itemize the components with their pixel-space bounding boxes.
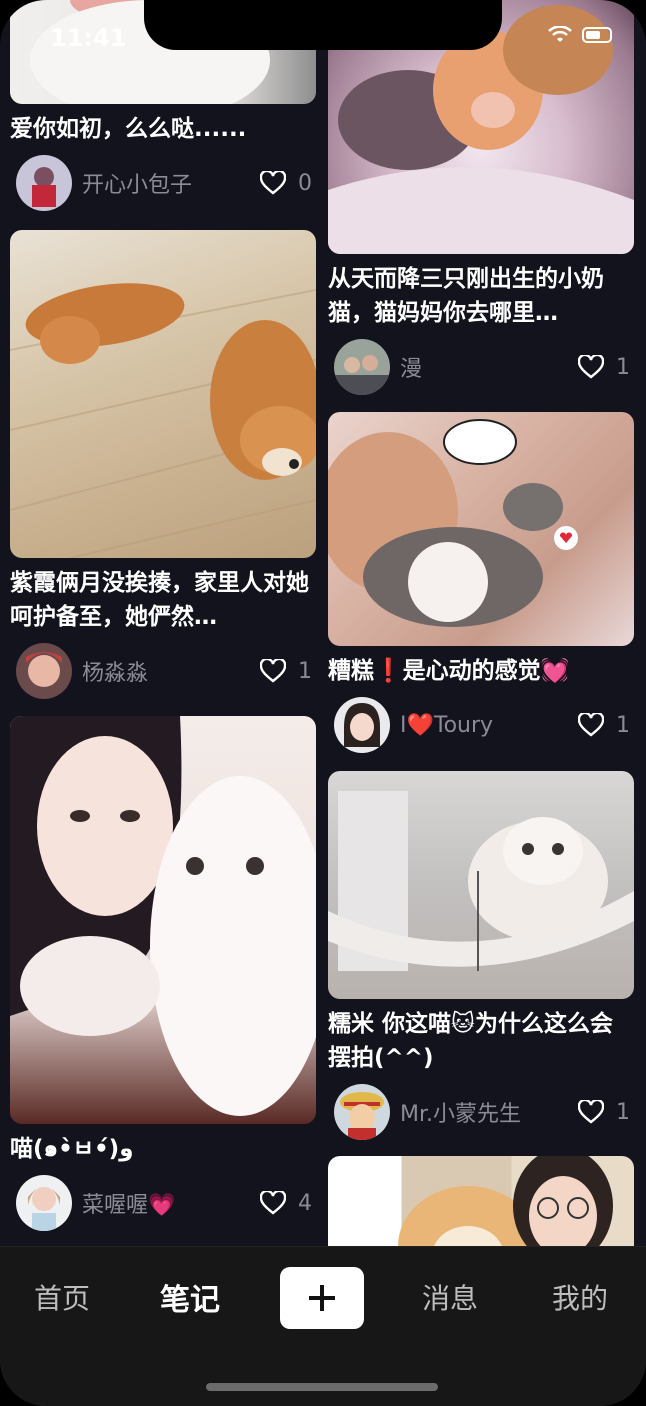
user-avatar[interactable]	[16, 643, 72, 699]
heart-icon	[578, 1100, 604, 1124]
heart-icon	[260, 1191, 286, 1215]
bottom-tab-bar: 首页 笔记 消息 我的	[0, 1246, 646, 1406]
phone-screen: 11:41 爱你如初，么么哒...... 开心小包子 0 紫霞俩月没挨揍，家里人…	[0, 0, 646, 1406]
photo-girl-with-cats	[10, 716, 316, 1124]
note-title[interactable]: 从天而降三只刚出生的小奶猫，猫妈妈你去哪里…	[328, 262, 634, 330]
note-title[interactable]: 喵(๑•̀ㅂ•́)و	[10, 1132, 316, 1166]
note-image[interactable]	[10, 230, 316, 558]
note-title[interactable]: 糟糕❗️是心动的感觉💓	[328, 654, 634, 688]
note-title[interactable]: 糯米 你这喵🐱为什么这么会摆拍(^^)	[328, 1007, 634, 1075]
like-button[interactable]: 1	[260, 659, 312, 684]
status-time: 11:41	[50, 24, 127, 52]
user-avatar[interactable]	[334, 339, 390, 395]
like-count: 1	[616, 712, 630, 738]
note-meta: 漫 1	[328, 338, 634, 396]
user-avatar[interactable]	[16, 1175, 72, 1231]
status-icons	[548, 26, 612, 44]
photo-cats-on-bed	[328, 412, 634, 646]
note-title[interactable]: 爱你如初，么么哒......	[10, 112, 316, 146]
user-avatar[interactable]	[16, 155, 72, 211]
user-avatar[interactable]	[334, 697, 390, 753]
photo-cat-hammock	[328, 771, 634, 999]
battery-icon	[582, 27, 612, 43]
like-count: 1	[616, 354, 630, 380]
note-card[interactable]	[328, 1156, 634, 1246]
like-button[interactable]: 0	[260, 171, 312, 196]
user-name[interactable]: 漫	[400, 351, 578, 383]
notch	[144, 0, 502, 50]
note-meta: I❤️Toury 1	[328, 696, 634, 754]
plus-icon	[309, 1285, 335, 1311]
user-name[interactable]: 杨淼淼	[82, 655, 260, 687]
note-title[interactable]: 紫霞俩月没挨揍，家里人对她呵护备至，她俨然…	[10, 566, 316, 634]
note-image[interactable]	[328, 771, 634, 999]
notes-feed[interactable]: 爱你如初，么么哒...... 开心小包子 0 紫霞俩月没挨揍，家里人对她呵护备至…	[0, 0, 646, 1246]
like-button[interactable]: 1	[578, 713, 630, 738]
note-meta: 杨淼淼 1	[10, 642, 316, 700]
photo-girl-with-dog	[328, 1156, 634, 1246]
like-button[interactable]: 1	[578, 1100, 630, 1125]
like-count: 1	[298, 658, 312, 684]
tab-notes[interactable]: 笔记	[160, 1275, 220, 1319]
home-indicator[interactable]	[206, 1383, 438, 1391]
note-meta: 开心小包子 0	[10, 154, 316, 212]
note-image[interactable]	[328, 412, 634, 646]
like-button[interactable]: 4	[260, 1191, 312, 1216]
tab-messages[interactable]: 消息	[422, 1277, 478, 1317]
heart-icon	[578, 355, 604, 379]
note-card[interactable]: 从天而降三只刚出生的小奶猫，猫妈妈你去哪里… 漫 1	[328, 0, 634, 396]
like-count: 4	[298, 1190, 312, 1216]
wifi-icon	[548, 26, 572, 42]
note-card[interactable]: 喵(๑•̀ㅂ•́)و 菜喔喔💗 4	[10, 716, 316, 1232]
tab-home[interactable]: 首页	[34, 1277, 90, 1317]
note-card[interactable]: 糟糕❗️是心动的感觉💓 I❤️Toury 1	[328, 412, 634, 754]
note-card[interactable]: 紫霞俩月没挨揍，家里人对她呵护备至，她俨然… 杨淼淼 1	[10, 230, 316, 700]
tab-me[interactable]: 我的	[552, 1277, 608, 1317]
user-name[interactable]: 开心小包子	[82, 167, 260, 199]
heart-icon	[578, 713, 604, 737]
note-meta: 菜喔喔💗 4	[10, 1174, 316, 1232]
like-count: 0	[298, 170, 312, 196]
user-name[interactable]: I❤️Toury	[400, 713, 578, 738]
note-card[interactable]: 糯米 你这喵🐱为什么这么会摆拍(^^) Mr.小蒙先生 1	[328, 771, 634, 1141]
heart-icon	[260, 171, 286, 195]
heart-icon	[260, 659, 286, 683]
user-name[interactable]: 菜喔喔💗	[82, 1187, 260, 1219]
add-note-button[interactable]	[280, 1267, 364, 1329]
like-count: 1	[616, 1099, 630, 1125]
user-name[interactable]: Mr.小蒙先生	[400, 1096, 578, 1128]
note-image[interactable]	[328, 1156, 634, 1246]
note-image[interactable]	[10, 716, 316, 1124]
user-avatar[interactable]	[334, 1084, 390, 1140]
like-button[interactable]: 1	[578, 355, 630, 380]
note-meta: Mr.小蒙先生 1	[328, 1083, 634, 1141]
photo-shiba-dogs	[10, 230, 316, 558]
